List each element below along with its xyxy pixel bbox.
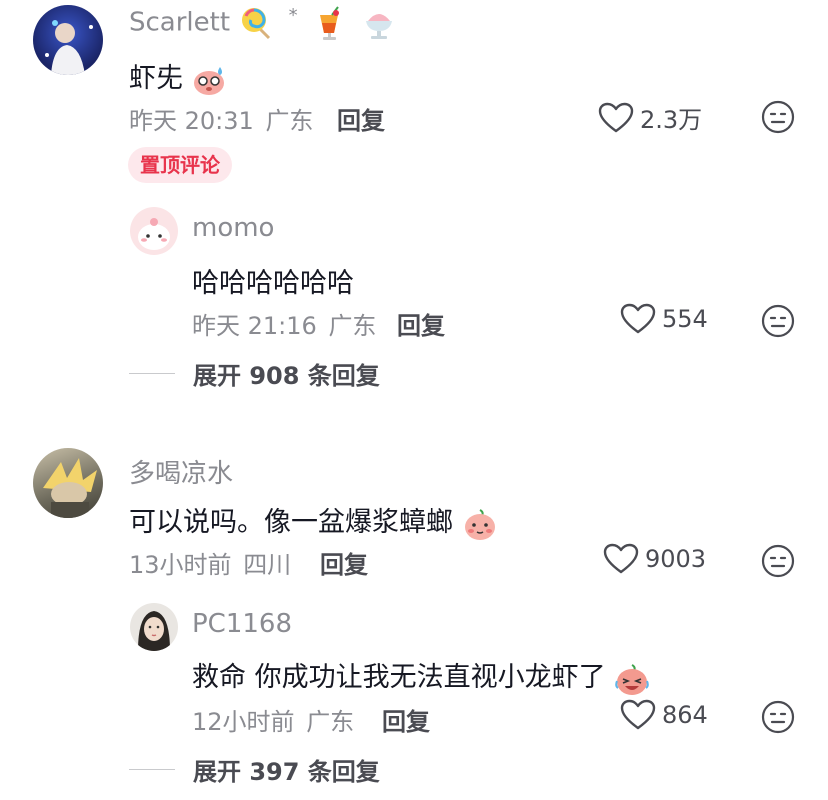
avatar-image xyxy=(138,218,170,250)
username[interactable]: Scarlett * xyxy=(129,5,396,41)
heart-icon xyxy=(620,699,656,730)
avatar-pc1168[interactable] xyxy=(130,603,178,651)
avatar-duohe[interactable] xyxy=(33,448,103,518)
pinned-badge: 置顶评论 xyxy=(128,147,232,183)
username[interactable]: momo xyxy=(192,213,274,243)
comment-text: 虾兂 xyxy=(129,56,228,97)
sweat-face-icon xyxy=(193,66,224,95)
reply-button[interactable]: 回复 xyxy=(397,306,445,341)
dislike-face-icon[interactable] xyxy=(761,100,795,134)
like-button[interactable]: 2.3万 xyxy=(598,100,702,135)
like-count: 554 xyxy=(662,305,708,333)
like-button[interactable]: 9003 xyxy=(603,543,706,575)
shaved-ice-icon xyxy=(366,14,393,39)
like-count: 864 xyxy=(662,701,708,729)
lollipop-icon xyxy=(242,8,271,40)
reply-button[interactable]: 回复 xyxy=(382,702,430,737)
divider xyxy=(129,373,175,374)
divider xyxy=(129,769,175,770)
avatar-image xyxy=(138,611,170,651)
username[interactable]: 多喝凉水 xyxy=(129,453,233,490)
like-count: 2.3万 xyxy=(640,106,703,134)
heart-icon xyxy=(620,303,656,334)
dislike-face-icon[interactable] xyxy=(761,700,795,734)
username[interactable]: PC1168 xyxy=(192,609,292,639)
avatar-image xyxy=(43,458,97,518)
avatar-scarlett[interactable] xyxy=(33,5,103,75)
avatar-momo[interactable] xyxy=(130,207,178,255)
like-button[interactable]: 554 xyxy=(620,303,708,335)
expand-replies-button[interactable]: 展开 397 条回复 xyxy=(129,752,380,787)
comment-text: 可以说吗。像一盆爆浆蟑螂 xyxy=(129,500,498,542)
reply-text: 救命 你成功让我无法直视小龙虾了 xyxy=(192,655,650,697)
expand-replies-button[interactable]: 展开 908 条回复 xyxy=(129,356,380,391)
tropical-drink-icon xyxy=(319,6,339,40)
comment-meta: 昨天 20:31 广东 xyxy=(129,107,314,135)
reply-button[interactable]: 回复 xyxy=(320,545,368,580)
laugh-cry-face-icon xyxy=(615,663,649,695)
dislike-face-icon[interactable] xyxy=(761,304,795,338)
reply-button[interactable]: 回复 xyxy=(337,101,385,136)
comment-meta: 13小时前 四川 xyxy=(129,551,292,579)
heart-icon xyxy=(598,102,634,132)
like-button[interactable]: 864 xyxy=(620,699,708,731)
like-count: 9003 xyxy=(645,545,707,573)
reply-meta: 12小时前 广东 xyxy=(192,708,355,736)
avatar-image xyxy=(45,20,93,75)
heart-icon xyxy=(603,543,639,574)
reply-meta: 昨天 21:16 广东 xyxy=(192,312,377,340)
blush-face-icon xyxy=(464,508,495,540)
dislike-face-icon[interactable] xyxy=(761,544,795,578)
reply-text: 哈哈哈哈哈哈 xyxy=(192,268,354,299)
